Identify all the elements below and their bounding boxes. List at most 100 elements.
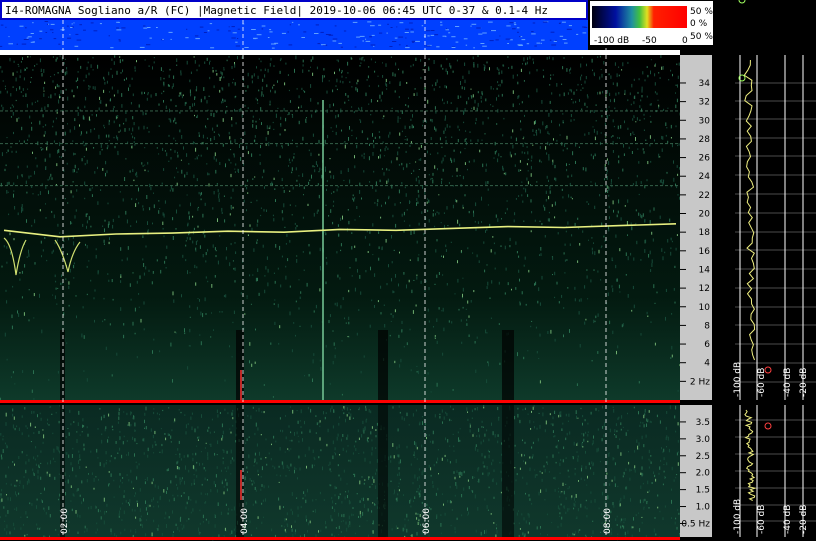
panel1-noise (289, 204, 291, 206)
strip-speck (231, 37, 236, 39)
panel1-noise (51, 177, 53, 180)
panel1-noise (617, 210, 619, 214)
panel1-noise (103, 243, 105, 245)
panel1-noise (447, 225, 449, 227)
panel2-noise (635, 514, 637, 517)
panel2-noise (675, 430, 677, 433)
panel1-noise (250, 303, 252, 305)
panel1-noise (249, 274, 251, 277)
panel2-noise (476, 407, 478, 411)
panel1-noise (545, 199, 547, 202)
panel2-noise (522, 408, 524, 411)
panel1-noise (643, 129, 645, 131)
freq-tick-label: 10 (699, 303, 711, 313)
panel1-noise (662, 66, 664, 70)
panel1-noise (190, 94, 191, 97)
panel2-noise (118, 408, 120, 411)
panel2-noise (154, 430, 156, 435)
panel1-noise (16, 71, 18, 73)
panel2-noise (108, 483, 110, 485)
panel1-noise (219, 134, 220, 137)
panel2-noise (196, 461, 198, 464)
panel2-noise (254, 432, 256, 436)
panel1-noise (392, 315, 394, 318)
panel2-noise (371, 426, 373, 429)
panel1-noise (273, 128, 275, 130)
panel1-noise (55, 280, 57, 283)
panel1-noise (238, 108, 240, 112)
panel2-noise (355, 440, 357, 443)
panel2-noise (209, 431, 211, 434)
panel1-noise (46, 259, 48, 262)
panel1-noise (12, 112, 14, 116)
panel1-noise (523, 264, 525, 267)
panel2-noise (441, 409, 443, 413)
panel1-noise (535, 131, 537, 133)
panel1-noise (279, 133, 281, 136)
panel2-noise (437, 487, 439, 491)
panel2-noise (312, 499, 314, 502)
panel2-noise (544, 468, 546, 473)
panel1-noise (574, 286, 576, 290)
strip-speck (170, 38, 172, 40)
panel1-noise (444, 115, 446, 120)
panel2-noise (200, 451, 202, 453)
panel1-noise (665, 134, 667, 137)
panel2-noise (134, 495, 136, 497)
panel1-noise (317, 102, 319, 105)
panel2-noise (0, 454, 2, 458)
panel1-noise (77, 106, 79, 110)
panel2-noise (418, 492, 420, 496)
panel1-noise (219, 89, 221, 93)
panel1-noise (660, 55, 662, 58)
panel1-noise (153, 61, 155, 64)
panel1-noise (213, 131, 215, 133)
panel2-noise (469, 425, 471, 428)
panel1-noise (24, 264, 26, 268)
panel1-noise (632, 131, 634, 134)
panel2-noise (224, 527, 226, 531)
panel1-noise (0, 66, 2, 69)
panel1-noise (592, 126, 594, 128)
panel2-noise (265, 438, 267, 441)
panel1-noise (668, 79, 670, 81)
panel2-noise (255, 422, 257, 427)
panel1-noise (472, 56, 474, 60)
panel1-noise (70, 221, 72, 225)
panel2-noise (471, 417, 473, 419)
panel1-noise (106, 147, 108, 150)
panel1-noise (519, 278, 520, 282)
panel1-noise (344, 144, 346, 149)
freq-tick-label: 28 (699, 135, 711, 145)
panel1-noise (337, 224, 339, 227)
panel2-noise (521, 513, 523, 516)
panel2-noise (338, 474, 340, 477)
panel1-noise (438, 212, 440, 215)
panel2-noise (358, 408, 360, 411)
panel1-noise (298, 95, 300, 99)
panel2-noise (119, 430, 121, 433)
panel2-noise (444, 512, 446, 516)
panel2-noise (478, 434, 480, 438)
panel2-noise (319, 437, 321, 441)
panel1-noise (380, 149, 382, 152)
panel2-noise (134, 422, 136, 427)
panel1-noise (34, 219, 36, 224)
panel1-noise (617, 136, 619, 139)
panel2-noise (39, 528, 40, 530)
panel2-noise (451, 509, 453, 511)
panel1-noise (302, 251, 304, 253)
panel1-noise (460, 95, 462, 98)
panel1-noise (361, 154, 363, 157)
panel1-noise (162, 70, 164, 72)
panel2-noise (334, 494, 336, 497)
panel1-noise (340, 305, 342, 309)
panel1-noise (175, 140, 177, 142)
panel2-noise (390, 455, 392, 459)
strip-speck (291, 21, 294, 23)
panel2-noise (153, 519, 155, 523)
panel1-noise (473, 290, 475, 293)
panel2-noise (646, 418, 648, 422)
panel1-noise (273, 303, 275, 305)
panel2-noise (21, 451, 23, 454)
